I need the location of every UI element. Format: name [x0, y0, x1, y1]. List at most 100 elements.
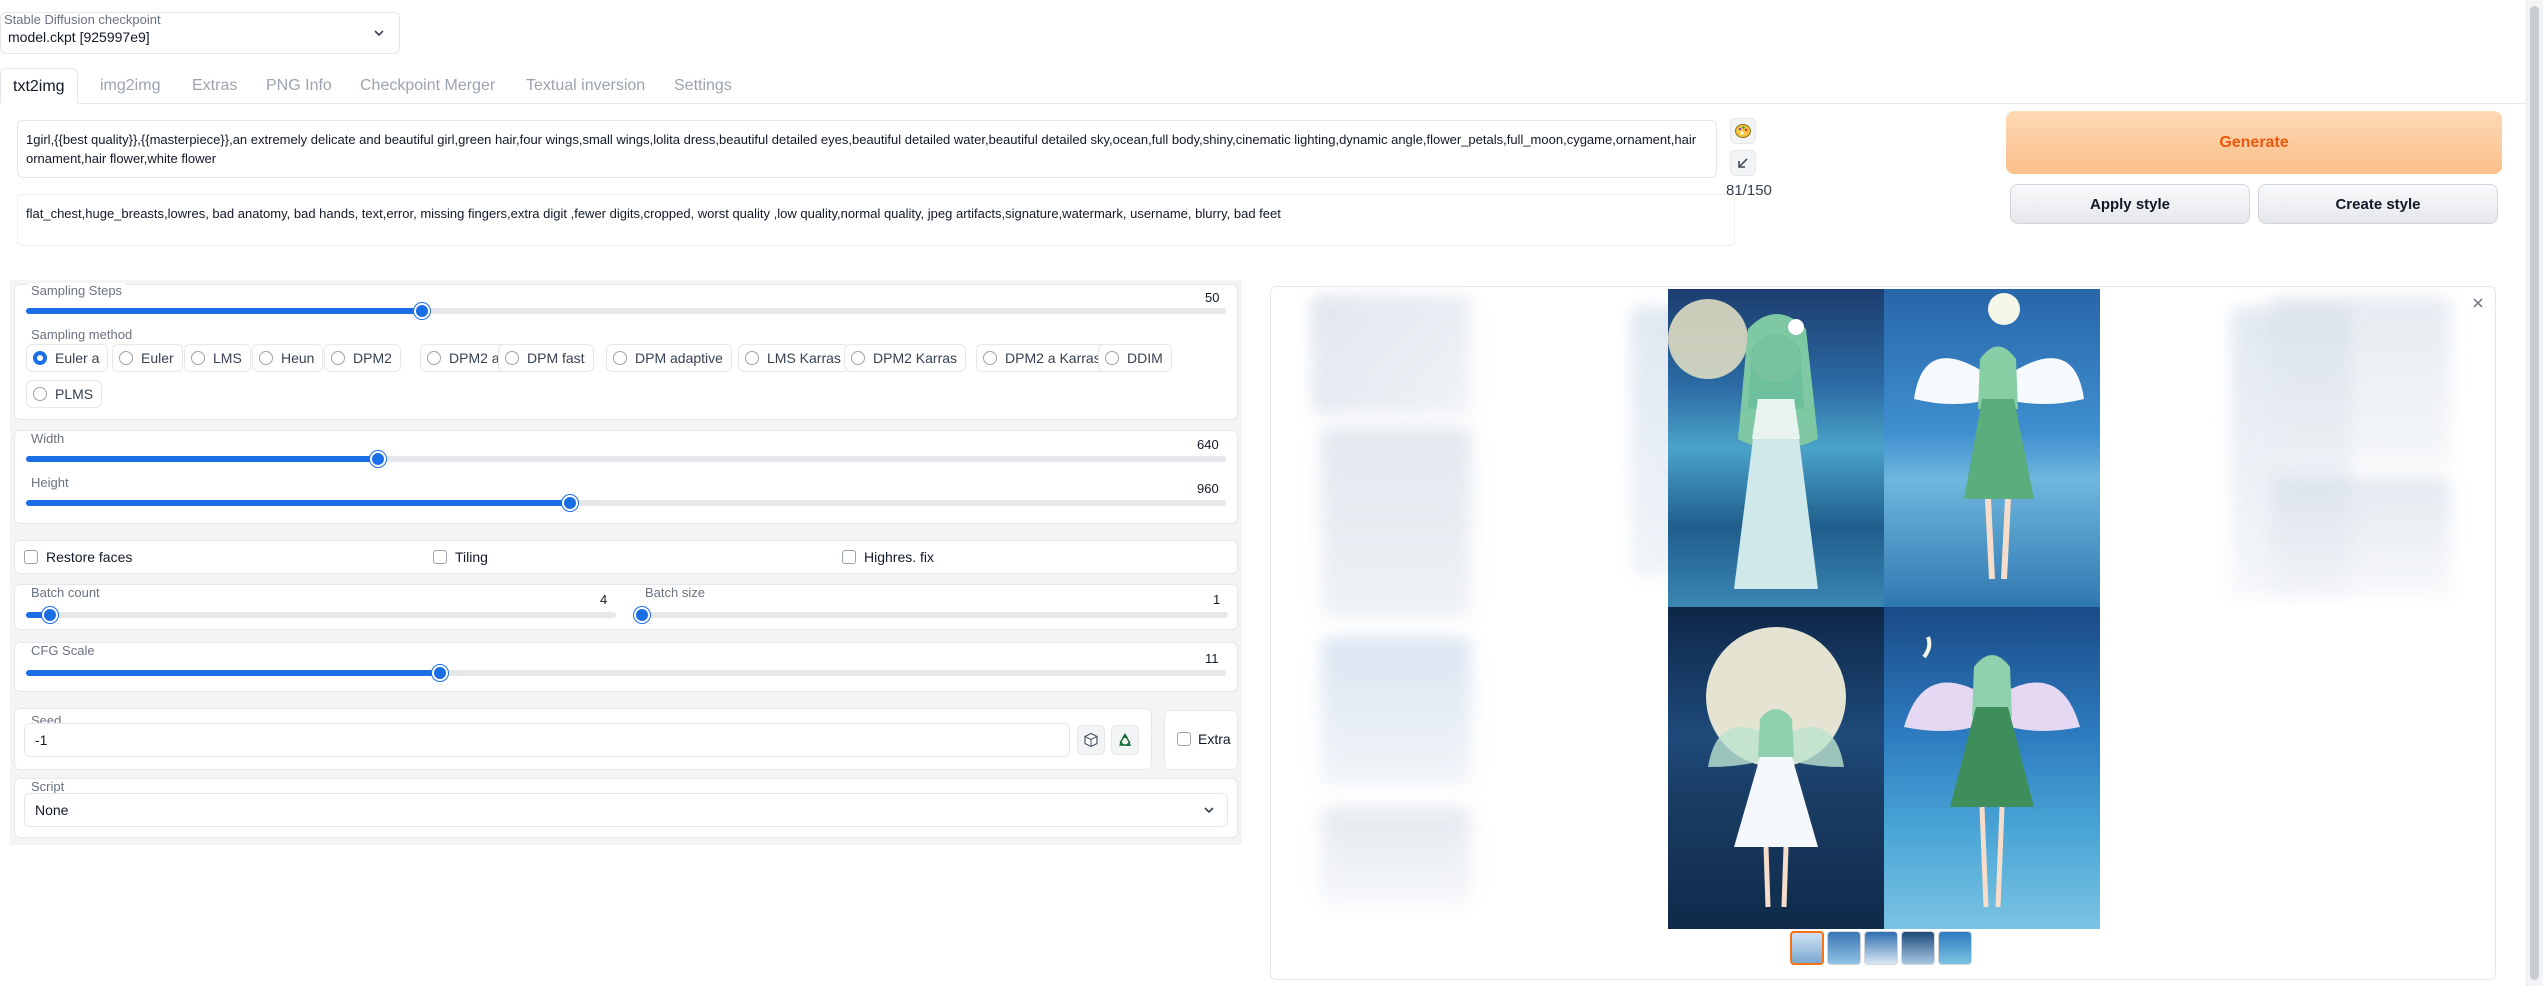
slider-thumb[interactable] — [414, 303, 430, 319]
sampling-method-label: Sampling method — [28, 327, 136, 342]
prompt-input[interactable]: 1girl,{{best quality}},{{masterpiece}},a… — [17, 120, 1717, 178]
sampling-method-option-label: DPM2 — [353, 350, 392, 366]
script-dropdown[interactable]: None — [24, 793, 1228, 827]
result-image-3[interactable] — [1668, 607, 1884, 929]
sampling-method-option-label: DPM2 a — [449, 350, 500, 366]
slider-fill — [26, 500, 570, 506]
tab-png-info[interactable]: PNG Info — [254, 68, 344, 104]
batch-count-label: Batch count — [28, 585, 103, 600]
width-value[interactable]: 640 — [1197, 437, 1219, 452]
tab-settings[interactable]: Settings — [662, 68, 744, 104]
radio-button[interactable] — [505, 351, 519, 365]
tab-txt2img[interactable]: txt2img — [0, 68, 78, 104]
sampling-steps-value[interactable]: 50 — [1205, 290, 1219, 305]
sampling-method-option[interactable]: DPM fast — [498, 344, 594, 372]
sampling-steps-slider[interactable] — [26, 303, 1226, 319]
radio-button[interactable] — [1105, 351, 1119, 365]
apply-style-button[interactable]: Apply style — [2010, 184, 2250, 224]
reuse-seed-button[interactable] — [1111, 725, 1139, 755]
result-image-2[interactable] — [1884, 289, 2100, 607]
slider-thumb[interactable] — [42, 607, 58, 623]
highres-fix-label: Highres. fix — [864, 549, 935, 565]
slider-thumb[interactable] — [432, 665, 448, 681]
radio-button[interactable] — [191, 351, 205, 365]
random-seed-button[interactable] — [1077, 725, 1105, 755]
gallery-thumbnail-1[interactable] — [1790, 931, 1824, 965]
tab-extras[interactable]: Extras — [180, 68, 249, 104]
cfg-scale-label: CFG Scale — [28, 643, 98, 658]
sampling-method-option-label: Euler a — [55, 350, 100, 366]
sampling-method-option[interactable]: DPM adaptive — [606, 344, 732, 372]
batch-count-slider[interactable] — [26, 607, 616, 623]
blurred-preview — [1321, 807, 1471, 907]
sampling-method-option[interactable]: Euler — [112, 344, 183, 372]
sampling-method-option-label: LMS — [213, 350, 242, 366]
sampling-method-option-label: DPM2 a Karras — [1005, 350, 1101, 366]
page-scrollbar-thumb[interactable] — [2530, 6, 2539, 980]
sampling-method-option[interactable]: LMS Karras — [738, 344, 850, 372]
chevron-down-icon — [1204, 807, 1214, 814]
width-slider[interactable] — [26, 451, 1226, 467]
extra-seed-checkbox[interactable] — [1177, 732, 1191, 746]
tab-textual-inversion[interactable]: Textual inversion — [514, 68, 657, 104]
script-value: None — [35, 802, 69, 818]
height-value[interactable]: 960 — [1197, 481, 1219, 496]
batch-size-slider[interactable] — [634, 607, 1228, 623]
slider-thumb[interactable] — [634, 607, 650, 623]
seed-input[interactable]: -1 — [24, 723, 1070, 757]
sampling-method-option[interactable]: LMS — [184, 344, 251, 372]
output-gallery — [1270, 286, 2496, 980]
sampling-method-option[interactable]: Heun — [252, 344, 324, 372]
height-slider[interactable] — [26, 495, 1226, 511]
checkpoint-label: Stable Diffusion checkpoint — [4, 12, 161, 27]
slider-thumb[interactable] — [370, 451, 386, 467]
sampling-method-option[interactable]: DPM2 a — [420, 344, 509, 372]
sampling-method-option[interactable]: DPM2 — [324, 344, 401, 372]
gallery-thumbnail-5[interactable] — [1938, 931, 1972, 965]
radio-button[interactable] — [331, 351, 345, 365]
dice-icon — [1084, 732, 1098, 748]
cfg-scale-slider[interactable] — [26, 665, 1226, 681]
radio-button[interactable] — [745, 351, 759, 365]
cfg-scale-value[interactable]: 11 — [1205, 651, 1219, 666]
sampling-method-option[interactable]: DPM2 a Karras — [976, 344, 1110, 372]
negative-prompt-input[interactable]: flat_chest,huge_breasts,lowres, bad anat… — [17, 194, 1735, 246]
radio-button[interactable] — [33, 387, 47, 401]
radio-button[interactable] — [33, 351, 47, 365]
radio-button[interactable] — [983, 351, 997, 365]
girl-illustration — [1706, 627, 1846, 908]
restore-faces-checkbox[interactable] — [24, 550, 38, 564]
slider-thumb[interactable] — [562, 495, 578, 511]
dimensions-panel — [14, 430, 1238, 524]
tiling-checkbox[interactable] — [433, 550, 447, 564]
highres-fix-checkbox[interactable] — [842, 550, 856, 564]
sampling-method-option[interactable]: Euler a — [26, 344, 109, 372]
gallery-thumbnail-3[interactable] — [1864, 931, 1898, 965]
arrow-down-left-icon — [1738, 158, 1748, 168]
tab-checkpoint-merger[interactable]: Checkpoint Merger — [348, 68, 507, 104]
tab-img2img[interactable]: img2img — [88, 68, 172, 104]
batch-size-value[interactable]: 1 — [1213, 592, 1220, 607]
palette-icon — [1735, 124, 1751, 138]
sampling-method-option[interactable]: DPM2 Karras — [844, 344, 967, 372]
sampling-method-option[interactable]: PLMS — [26, 380, 103, 408]
read-params-button[interactable] — [1730, 150, 1756, 176]
radio-button[interactable] — [119, 351, 133, 365]
sampling-method-option[interactable]: DDIM — [1098, 344, 1172, 372]
paste-prompt-button[interactable] — [1730, 118, 1756, 144]
radio-button[interactable] — [613, 351, 627, 365]
token-counter: 81/150 — [1726, 182, 1772, 199]
blurred-preview — [2271, 477, 2451, 597]
girl-illustration — [1914, 293, 2084, 580]
gallery-thumbnail-2[interactable] — [1827, 931, 1861, 965]
radio-button[interactable] — [851, 351, 865, 365]
generate-button[interactable]: Generate — [2006, 111, 2502, 174]
create-style-button[interactable]: Create style — [2258, 184, 2498, 224]
gallery-thumbnail-4[interactable] — [1901, 931, 1935, 965]
radio-button[interactable] — [427, 351, 441, 365]
close-icon[interactable] — [2472, 297, 2484, 309]
result-image-4[interactable] — [1884, 607, 2100, 929]
radio-button[interactable] — [259, 351, 273, 365]
result-image-1[interactable] — [1668, 289, 1884, 607]
batch-count-value[interactable]: 4 — [600, 592, 607, 607]
